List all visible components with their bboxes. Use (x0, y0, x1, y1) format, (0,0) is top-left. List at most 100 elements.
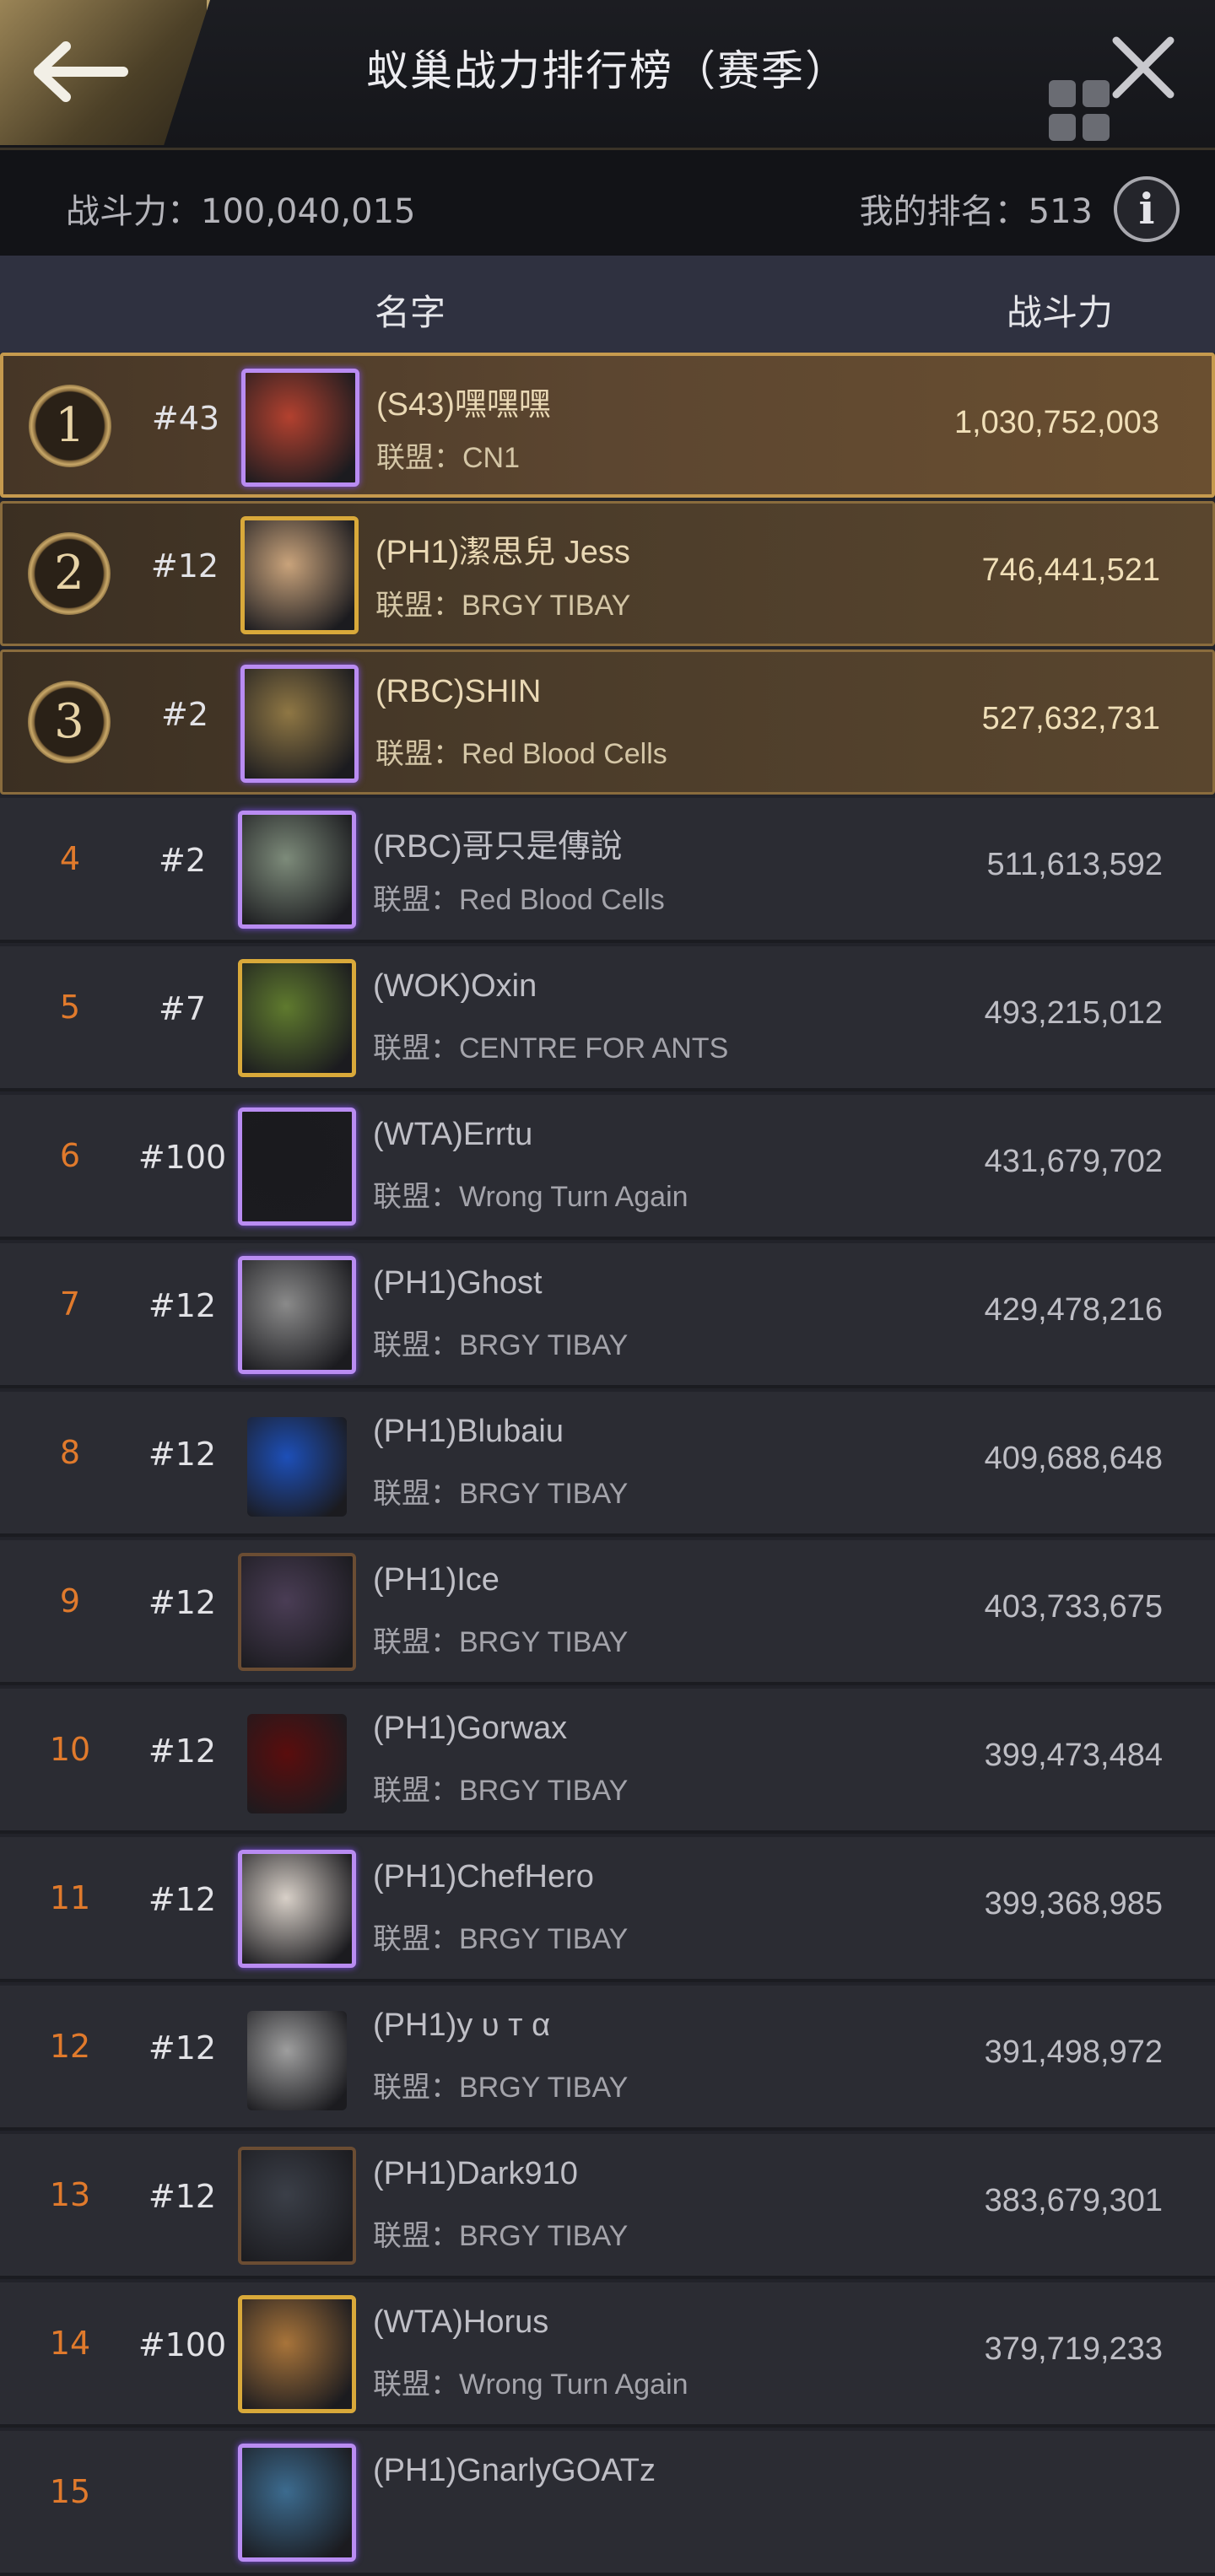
server-number: #12 (148, 1584, 217, 1621)
info-icon[interactable]: i (1114, 176, 1180, 242)
avatar[interactable] (238, 2444, 356, 2562)
player-name: (WTA)Errtu (373, 1117, 533, 1152)
rank-number: 11 (49, 1879, 91, 1916)
player-name: (S43)嘿嘿嘿 (376, 387, 551, 423)
power-value: 1,030,752,003 (953, 405, 1159, 440)
ranking-row[interactable]: 2 #12 (PH1)潔思兒 Jess 联盟：BRGY TIBAY 746,441,52… (0, 501, 1215, 646)
alliance-name: 联盟：BRGY TIBAY (373, 1329, 629, 1361)
power-value: 383,679,301 (984, 2183, 1163, 2218)
player-name: (PH1)ChefHero (373, 1859, 594, 1894)
avatar[interactable] (241, 369, 359, 487)
ranking-row[interactable]: 11 #12 (PH1)ChefHero 联盟：BRGY TIBAY 399,368,9… (0, 1837, 1215, 1982)
avatar[interactable] (238, 959, 356, 1077)
rank-number: 7 (59, 1285, 81, 1323)
ranking-row[interactable]: 1 #43 (S43)嘿嘿嘿 联盟：CN1 1,030,752,003 (0, 353, 1215, 498)
alliance-name: 联盟：BRGY TIBAY (373, 1626, 629, 1658)
alliance-name: 联盟：Wrong Turn Again (373, 2369, 688, 2401)
my-rank-label: 我的排名：513 (859, 192, 1093, 231)
page-title: 蚁巢战力排行榜（赛季） (366, 46, 849, 95)
power-value: 431,679,702 (984, 1144, 1163, 1179)
server-number: #12 (148, 1436, 217, 1473)
rank-medal: 3 (28, 681, 111, 763)
server-number: #2 (160, 696, 209, 733)
avatar[interactable] (238, 2295, 356, 2413)
rank-number: 12 (49, 2028, 91, 2065)
player-name: (RBC)哥只是傳說 (373, 829, 623, 865)
power-value: 399,368,985 (984, 1886, 1163, 1921)
power-value: 493,215,012 (984, 995, 1163, 1031)
power-value: 409,688,648 (984, 1441, 1163, 1476)
server-number: #12 (148, 1881, 217, 1918)
rank-number: 8 (59, 1434, 81, 1471)
rank-number: 15 (49, 2473, 91, 2510)
avatar[interactable] (240, 665, 359, 783)
avatar[interactable] (238, 1256, 356, 1374)
rank-number: 6 (59, 1137, 81, 1174)
grid-menu-icon[interactable] (1049, 80, 1111, 143)
avatar[interactable] (238, 1850, 356, 1968)
avatar[interactable] (238, 2147, 356, 2265)
rank-number: 10 (49, 1731, 91, 1768)
avatar[interactable] (247, 1714, 347, 1813)
server-number: #12 (148, 2178, 217, 2215)
server-number: #12 (150, 547, 219, 585)
alliance-name: 联盟：BRGY TIBAY (373, 2220, 629, 2252)
ranking-row[interactable]: 6 #100 (WTA)Errtu 联盟：Wrong Turn Again 431,67… (0, 1095, 1215, 1240)
power-value: 527,632,731 (981, 701, 1160, 736)
ranking-row[interactable]: 10 #12 (PH1)Gorwax 联盟：BRGY TIBAY 399,473,484 (0, 1689, 1215, 1834)
player-name: (PH1)Gorwax (373, 1711, 568, 1746)
ranking-row[interactable]: 12 #12 (PH1)y υ т α 联盟：BRGY TIBAY 391,498,97… (0, 1986, 1215, 2131)
avatar[interactable] (238, 811, 356, 929)
my-power-label: 战斗力：100,040,015 (66, 192, 416, 231)
alliance-name: 联盟：Red Blood Cells (373, 884, 665, 916)
ranking-row[interactable]: 4 #2 (RBC)哥只是傳說 联盟：Red Blood Cells 511,613,5… (0, 798, 1215, 943)
player-name: (PH1)Ghost (373, 1265, 543, 1301)
alliance-name: 联盟：BRGY TIBAY (373, 1923, 629, 1955)
alliance-name: 联盟：Red Blood Cells (375, 738, 667, 770)
alliance-name: 联盟：CN1 (376, 442, 521, 474)
ranking-row[interactable]: 15 (PH1)GnarlyGOATz (0, 2431, 1215, 2576)
top-bar: 蚁巢战力排行榜（赛季） (0, 0, 1215, 150)
avatar[interactable] (238, 1107, 356, 1226)
column-name-header: 名字 (375, 292, 446, 333)
power-value: 746,441,521 (981, 552, 1160, 588)
rank-medal: 2 (28, 532, 111, 615)
server-number: #100 (138, 2326, 227, 2363)
rank-medal: 1 (29, 385, 111, 467)
ranking-row[interactable]: 14 #100 (WTA)Horus 联盟：Wrong Turn Again 379,7… (0, 2282, 1215, 2428)
alliance-name: 联盟：BRGY TIBAY (373, 2072, 629, 2104)
server-number: #12 (148, 1733, 217, 1770)
ranking-row[interactable]: 5 #7 (WOK)Oxin 联盟：CENTRE FOR ANTS 493,215,01… (0, 946, 1215, 1091)
rank-number: 9 (59, 1582, 81, 1619)
alliance-name: 联盟：BRGY TIBAY (373, 1478, 629, 1510)
avatar[interactable] (238, 1553, 356, 1671)
ranking-row[interactable]: 13 #12 (PH1)Dark910 联盟：BRGY TIBAY 383,679,30… (0, 2134, 1215, 2279)
player-name: (PH1)Ice (373, 1562, 500, 1598)
ranking-row[interactable]: 8 #12 (PH1)Blubaiu 联盟：BRGY TIBAY 409,688,648 (0, 1392, 1215, 1537)
server-number: #100 (138, 1139, 227, 1176)
player-name: (RBC)SHIN (375, 674, 542, 709)
rank-number: 13 (49, 2176, 91, 2213)
close-button[interactable] (1110, 34, 1177, 101)
power-value: 429,478,216 (984, 1292, 1163, 1328)
avatar[interactable] (247, 2011, 347, 2110)
avatar[interactable] (240, 516, 359, 634)
alliance-name: 联盟：Wrong Turn Again (373, 1181, 688, 1213)
player-name: (WOK)Oxin (373, 968, 537, 1004)
ranking-row[interactable]: 7 #12 (PH1)Ghost 联盟：BRGY TIBAY 429,478,216 (0, 1243, 1215, 1388)
alliance-name: 联盟：BRGY TIBAY (375, 590, 631, 622)
power-value: 403,733,675 (984, 1589, 1163, 1625)
alliance-name: 联盟：BRGY TIBAY (373, 1775, 629, 1807)
player-name: (PH1)潔思兒 Jess (375, 535, 630, 570)
ranking-row[interactable]: 9 #12 (PH1)Ice 联盟：BRGY TIBAY 403,733,675 (0, 1540, 1215, 1685)
ranking-row[interactable]: 3 #2 (RBC)SHIN 联盟：Red Blood Cells 527,632,73… (0, 649, 1215, 795)
alliance-name: 联盟：CENTRE FOR ANTS (373, 1032, 729, 1064)
avatar[interactable] (247, 1417, 347, 1517)
power-value: 399,473,484 (984, 1738, 1163, 1773)
rank-number: 5 (59, 989, 81, 1026)
player-name: (PH1)Blubaiu (373, 1414, 564, 1449)
server-number: #7 (158, 990, 207, 1027)
player-name: (WTA)Horus (373, 2304, 549, 2340)
server-number: #2 (158, 842, 207, 879)
column-header: 名字 战斗力 (0, 256, 1215, 353)
